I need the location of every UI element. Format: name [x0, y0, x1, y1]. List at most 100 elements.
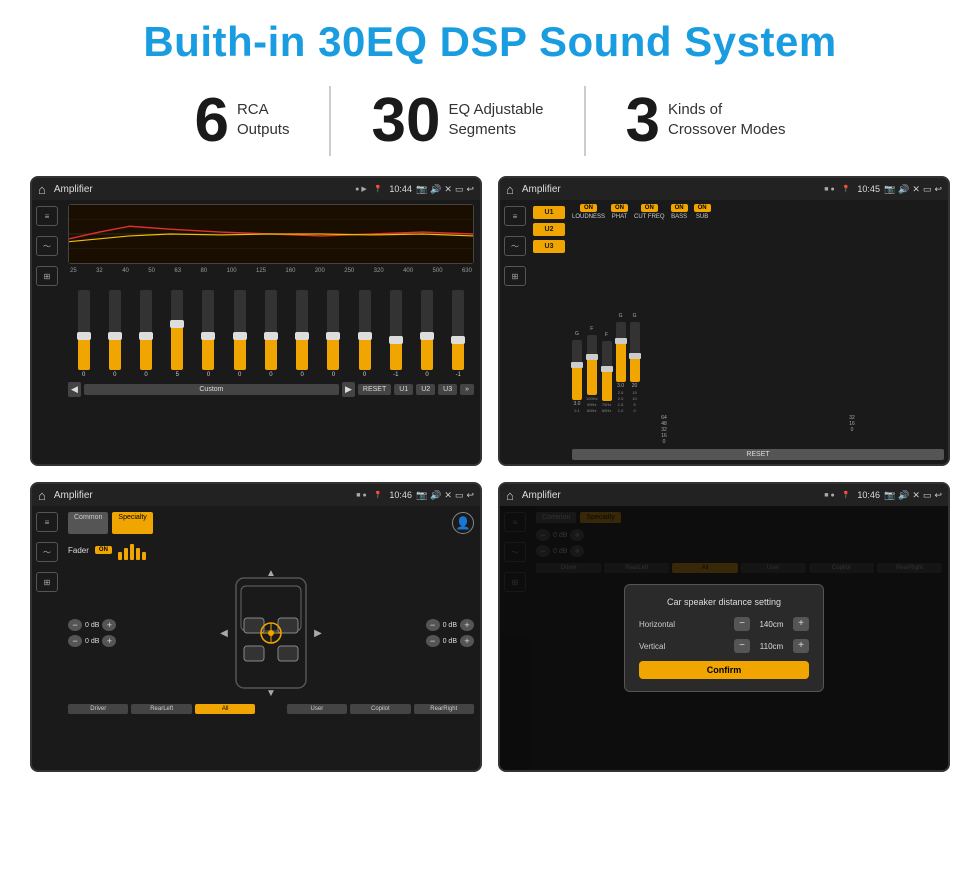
amp-close-icon: ✕ [912, 184, 920, 195]
left-plus-1[interactable]: + [102, 619, 116, 631]
close-icon: ✕ [444, 184, 452, 195]
btn-driver[interactable]: Driver [68, 704, 128, 714]
stat-eq: 30 EQ AdjustableSegments [331, 90, 583, 152]
dialog-screen-title: Amplifier [522, 490, 820, 501]
eq-slider-6: 0 [265, 290, 277, 378]
dialog-pin: 📍 [842, 491, 851, 499]
left-plus-2[interactable]: + [102, 635, 116, 647]
fader-on-badge[interactable]: ON [95, 546, 112, 554]
right-db-val-2: 0 dB [443, 638, 457, 645]
left-minus-2[interactable]: − [68, 635, 82, 647]
amp-home-icon[interactable]: ⌂ [506, 182, 514, 197]
eq-custom-btn[interactable]: Custom [84, 384, 339, 395]
eq-prev-btn[interactable]: ◀ [68, 382, 81, 397]
eq-reset-btn[interactable]: RESET [358, 384, 391, 395]
vertical-label: Vertical [639, 642, 665, 651]
dialog-home-icon[interactable]: ⌂ [506, 488, 514, 503]
amp-icon-2[interactable]: 〜 [504, 236, 526, 256]
amp-icon-3[interactable]: ⊞ [504, 266, 526, 286]
cutfreq-on-badge[interactable]: ON [641, 204, 658, 212]
fader-icon-1[interactable]: ≡ [36, 512, 58, 532]
eq-status-icons: 📷 🔊 ✕ ▭ ↩ [416, 184, 474, 195]
btn-user[interactable]: User [287, 704, 347, 714]
fader-bottom-buttons[interactable]: Driver RearLeft All User Copilot RearRig… [68, 704, 474, 714]
horizontal-row: Horizontal − 140cm + [639, 617, 809, 631]
btn-all[interactable]: All [195, 704, 255, 714]
fader-status-bar: ⌂ Amplifier ■ ● 📍 10:46 📷 🔊 ✕ ▭ ↩ [32, 484, 480, 506]
amp-reset-btn[interactable]: RESET [572, 449, 944, 460]
vertical-plus[interactable]: + [793, 639, 809, 653]
preset-u2[interactable]: U2 [533, 223, 565, 236]
car-svg-area: ▲ ▼ ◀ ▶ [116, 568, 425, 698]
fader-camera-icon: 📷 [416, 490, 427, 501]
vertical-ctrl: − 110cm + [734, 639, 809, 653]
amp-body: ≡ 〜 ⊞ U1 U2 U3 ON LOUDNESS ON PHAT [500, 200, 948, 464]
amp-status-bar: ⌂ Amplifier ■ ● 📍 10:45 📷 🔊 ✕ ▭ ↩ [500, 178, 948, 200]
fader-icon-2[interactable]: 〜 [36, 542, 58, 562]
toggle-cutfreq: ON CUT FREQ [634, 204, 665, 220]
eq-slider-11: 0 [421, 290, 433, 378]
eq-pin: 📍 [374, 185, 383, 193]
right-plus-1[interactable]: + [460, 619, 474, 631]
eq-frequency-chart[interactable] [68, 204, 474, 264]
eq-u2-btn[interactable]: U2 [416, 384, 435, 395]
loudness-on-badge[interactable]: ON [580, 204, 597, 212]
horizontal-plus[interactable]: + [793, 617, 809, 631]
btn-rearleft[interactable]: RearLeft [131, 704, 191, 714]
tab-common[interactable]: Common [68, 512, 108, 534]
eq-body: ≡ 〜 ⊞ [32, 200, 480, 464]
bass-on-badge[interactable]: ON [671, 204, 688, 212]
eq-icon-3[interactable]: ⊞ [36, 266, 58, 286]
back-icon[interactable]: ↩ [466, 184, 474, 195]
right-plus-2[interactable]: + [460, 635, 474, 647]
eq-slider-0: 0 [78, 290, 90, 378]
fader-home-icon[interactable]: ⌂ [38, 488, 46, 503]
eq-icon-2[interactable]: 〜 [36, 236, 58, 256]
eq-icon-1[interactable]: ≡ [36, 206, 58, 226]
phat-on-badge[interactable]: ON [611, 204, 628, 212]
fader-icon-3[interactable]: ⊞ [36, 572, 58, 592]
right-minus-1[interactable]: − [426, 619, 440, 631]
eq-u1-btn[interactable]: U1 [394, 384, 413, 395]
eq-slider-10: -1 [390, 290, 402, 378]
fader-tabs[interactable]: Common Specialty 👤 [68, 512, 474, 534]
vertical-minus[interactable]: − [734, 639, 750, 653]
eq-sliders[interactable]: 0 0 0 5 0 0 0 0 0 0 -1 0 -1 [68, 278, 474, 378]
fader-back-icon[interactable]: ↩ [466, 490, 474, 501]
preset-u1[interactable]: U1 [533, 206, 565, 219]
horizontal-ctrl: − 140cm + [734, 617, 809, 631]
amp-icon-1[interactable]: ≡ [504, 206, 526, 226]
car-diagram-area: − 0 dB + − 0 dB + [68, 568, 474, 698]
battery-icon: ▭ [455, 184, 464, 195]
amp-back-icon[interactable]: ↩ [934, 184, 942, 195]
preset-u3[interactable]: U3 [533, 240, 565, 253]
left-minus-1[interactable]: − [68, 619, 82, 631]
person-icon[interactable]: 👤 [452, 512, 474, 534]
eq-u3-btn[interactable]: U3 [438, 384, 457, 395]
vertical-row: Vertical − 110cm + [639, 639, 809, 653]
btn-rearright[interactable]: RearRight [414, 704, 474, 714]
tab-specialty[interactable]: Specialty [112, 512, 152, 534]
eq-expand-btn[interactable]: » [460, 384, 474, 395]
eq-bottom-controls[interactable]: ◀ Custom ▶ RESET U1 U2 U3 » [68, 382, 474, 397]
right-db-row-1: − 0 dB + [426, 619, 474, 631]
stat-crossover-text: Kinds ofCrossover Modes [668, 90, 786, 141]
right-minus-2[interactable]: − [426, 635, 440, 647]
btn-copilot[interactable]: Copilot [350, 704, 410, 714]
eq-side-icons: ≡ 〜 ⊞ [32, 200, 62, 464]
horizontal-label: Horizontal [639, 620, 675, 629]
confirm-button[interactable]: Confirm [639, 661, 809, 679]
dialog-back-icon[interactable]: ↩ [934, 490, 942, 501]
horizontal-minus[interactable]: − [734, 617, 750, 631]
fader-time: 10:46 [389, 490, 412, 500]
sub-on-badge[interactable]: ON [694, 204, 711, 212]
eq-slider-3: 5 [171, 290, 183, 378]
amp-controls: ON LOUDNESS ON PHAT ON CUT FREQ ON BASS [568, 200, 948, 464]
home-icon[interactable]: ⌂ [38, 182, 46, 197]
eq-next-btn[interactable]: ▶ [342, 382, 355, 397]
eq-slider-12: -1 [452, 290, 464, 378]
svg-text:▼: ▼ [266, 688, 276, 698]
eq-main-area: 253240506380100125160200250320400500630 … [62, 200, 480, 464]
amp-vert-sliders[interactable]: G 3.0 2.1 F 100Hz 90Hz 80Hz F [572, 224, 944, 413]
toggle-sub: ON SUB [694, 204, 711, 220]
